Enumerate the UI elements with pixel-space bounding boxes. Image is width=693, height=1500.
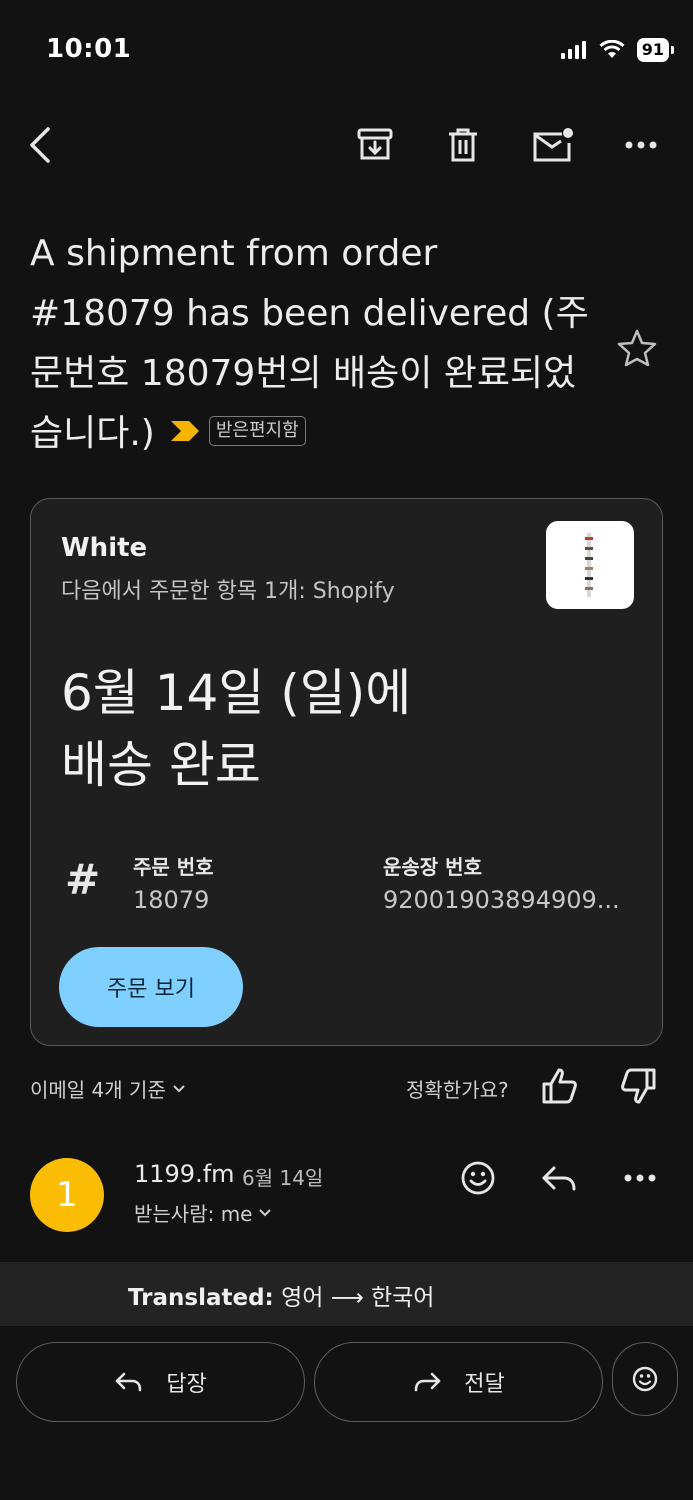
translation-languages: 영어 ⟶ 한국어 bbox=[281, 1285, 435, 1311]
emoji-icon bbox=[461, 1161, 495, 1195]
star-button[interactable] bbox=[616, 328, 658, 368]
chevron-down-icon bbox=[173, 1084, 185, 1092]
accuracy-question: 정확한가요? bbox=[406, 1078, 509, 1102]
wifi-icon bbox=[599, 40, 625, 60]
email-subject: A shipment from order #18079 has been de… bbox=[30, 224, 590, 464]
forward-label: 전달 bbox=[464, 1372, 505, 1397]
delete-button[interactable] bbox=[438, 120, 488, 170]
thumbs-down-button[interactable] bbox=[620, 1066, 658, 1106]
delivery-complete-line: 배송 완료 bbox=[61, 736, 261, 794]
chevron-down-icon bbox=[259, 1208, 272, 1216]
important-marker-icon[interactable] bbox=[169, 419, 201, 443]
more-horizontal-icon bbox=[625, 141, 657, 149]
cellular-signal-icon bbox=[560, 41, 587, 59]
inbox-label-chip[interactable]: 받은편지함 bbox=[208, 416, 306, 446]
tracking-number-label: 운송장 번호 bbox=[383, 855, 482, 879]
status-icons: 91 bbox=[560, 38, 675, 62]
thumbs-down-icon bbox=[621, 1068, 656, 1104]
recipient-details-toggle[interactable]: 받는사람: me bbox=[134, 1198, 272, 1227]
add-reaction-button[interactable] bbox=[456, 1156, 500, 1200]
mark-unread-button[interactable] bbox=[528, 120, 578, 170]
forward-pill-button[interactable]: 전달 bbox=[314, 1342, 603, 1422]
sender-name[interactable]: 1199.fm bbox=[134, 1160, 235, 1188]
delivery-card: White 다음에서 주문한 항목 1개: Shopify 6월 14일 (일)… bbox=[30, 498, 663, 1046]
thread-count-toggle[interactable]: 이메일 4개 기준 bbox=[30, 1074, 186, 1103]
order-number-field: 주문 번호 18079 bbox=[133, 851, 214, 914]
subject-text: A shipment from order #18079 has been de… bbox=[30, 233, 589, 454]
emoji-icon bbox=[632, 1366, 658, 1392]
trash-icon bbox=[449, 128, 477, 162]
product-thumbnail bbox=[546, 521, 634, 609]
status-time: 10:01 bbox=[46, 34, 132, 64]
thumbs-up-icon bbox=[542, 1068, 577, 1104]
mail-unread-icon bbox=[533, 128, 573, 162]
product-image-icon bbox=[585, 533, 593, 597]
reply-button[interactable] bbox=[536, 1156, 584, 1200]
emoji-reaction-pill-button[interactable] bbox=[612, 1342, 678, 1416]
reply-label: 답장 bbox=[166, 1372, 207, 1397]
delivery-status: 6월 14일 (일)에 배송 완료 bbox=[61, 657, 521, 801]
message-more-button[interactable] bbox=[616, 1156, 664, 1200]
back-button[interactable] bbox=[16, 120, 66, 170]
order-number-value: 18079 bbox=[133, 886, 210, 914]
forward-icon bbox=[414, 1372, 441, 1392]
more-horizontal-icon bbox=[624, 1174, 656, 1182]
tracking-number-field[interactable]: 운송장 번호 92001903894909... bbox=[383, 851, 633, 914]
tracking-number-value[interactable]: 92001903894909... bbox=[383, 886, 633, 914]
view-order-button[interactable]: 주문 보기 bbox=[59, 947, 243, 1027]
sender-avatar[interactable]: 1 bbox=[30, 1158, 104, 1232]
hash-icon: # bbox=[65, 855, 101, 904]
delivery-date-line: 6월 14일 (일)에 bbox=[61, 664, 412, 722]
order-number-label: 주문 번호 bbox=[133, 855, 214, 879]
message-date: 6월 14일 bbox=[242, 1166, 324, 1190]
merchant-name: White bbox=[61, 533, 148, 563]
more-options-button[interactable] bbox=[616, 120, 666, 170]
reply-icon bbox=[542, 1166, 576, 1191]
translation-label: Translated: bbox=[128, 1285, 274, 1311]
thread-count-label: 이메일 4개 기준 bbox=[30, 1078, 166, 1102]
items-summary: 다음에서 주문한 항목 1개: Shopify bbox=[61, 579, 395, 604]
thumbs-up-button[interactable] bbox=[540, 1066, 578, 1106]
reply-icon bbox=[115, 1372, 142, 1392]
archive-icon bbox=[357, 128, 393, 160]
recipient-label: 받는사람: me bbox=[134, 1202, 253, 1226]
translation-bar[interactable]: Translated: 영어 ⟶ 한국어 bbox=[0, 1262, 693, 1326]
star-icon bbox=[617, 329, 657, 367]
reply-pill-button[interactable]: 답장 bbox=[16, 1342, 305, 1422]
battery-indicator: 91 bbox=[636, 38, 675, 62]
archive-button[interactable] bbox=[350, 120, 400, 170]
chevron-left-icon bbox=[30, 127, 50, 163]
